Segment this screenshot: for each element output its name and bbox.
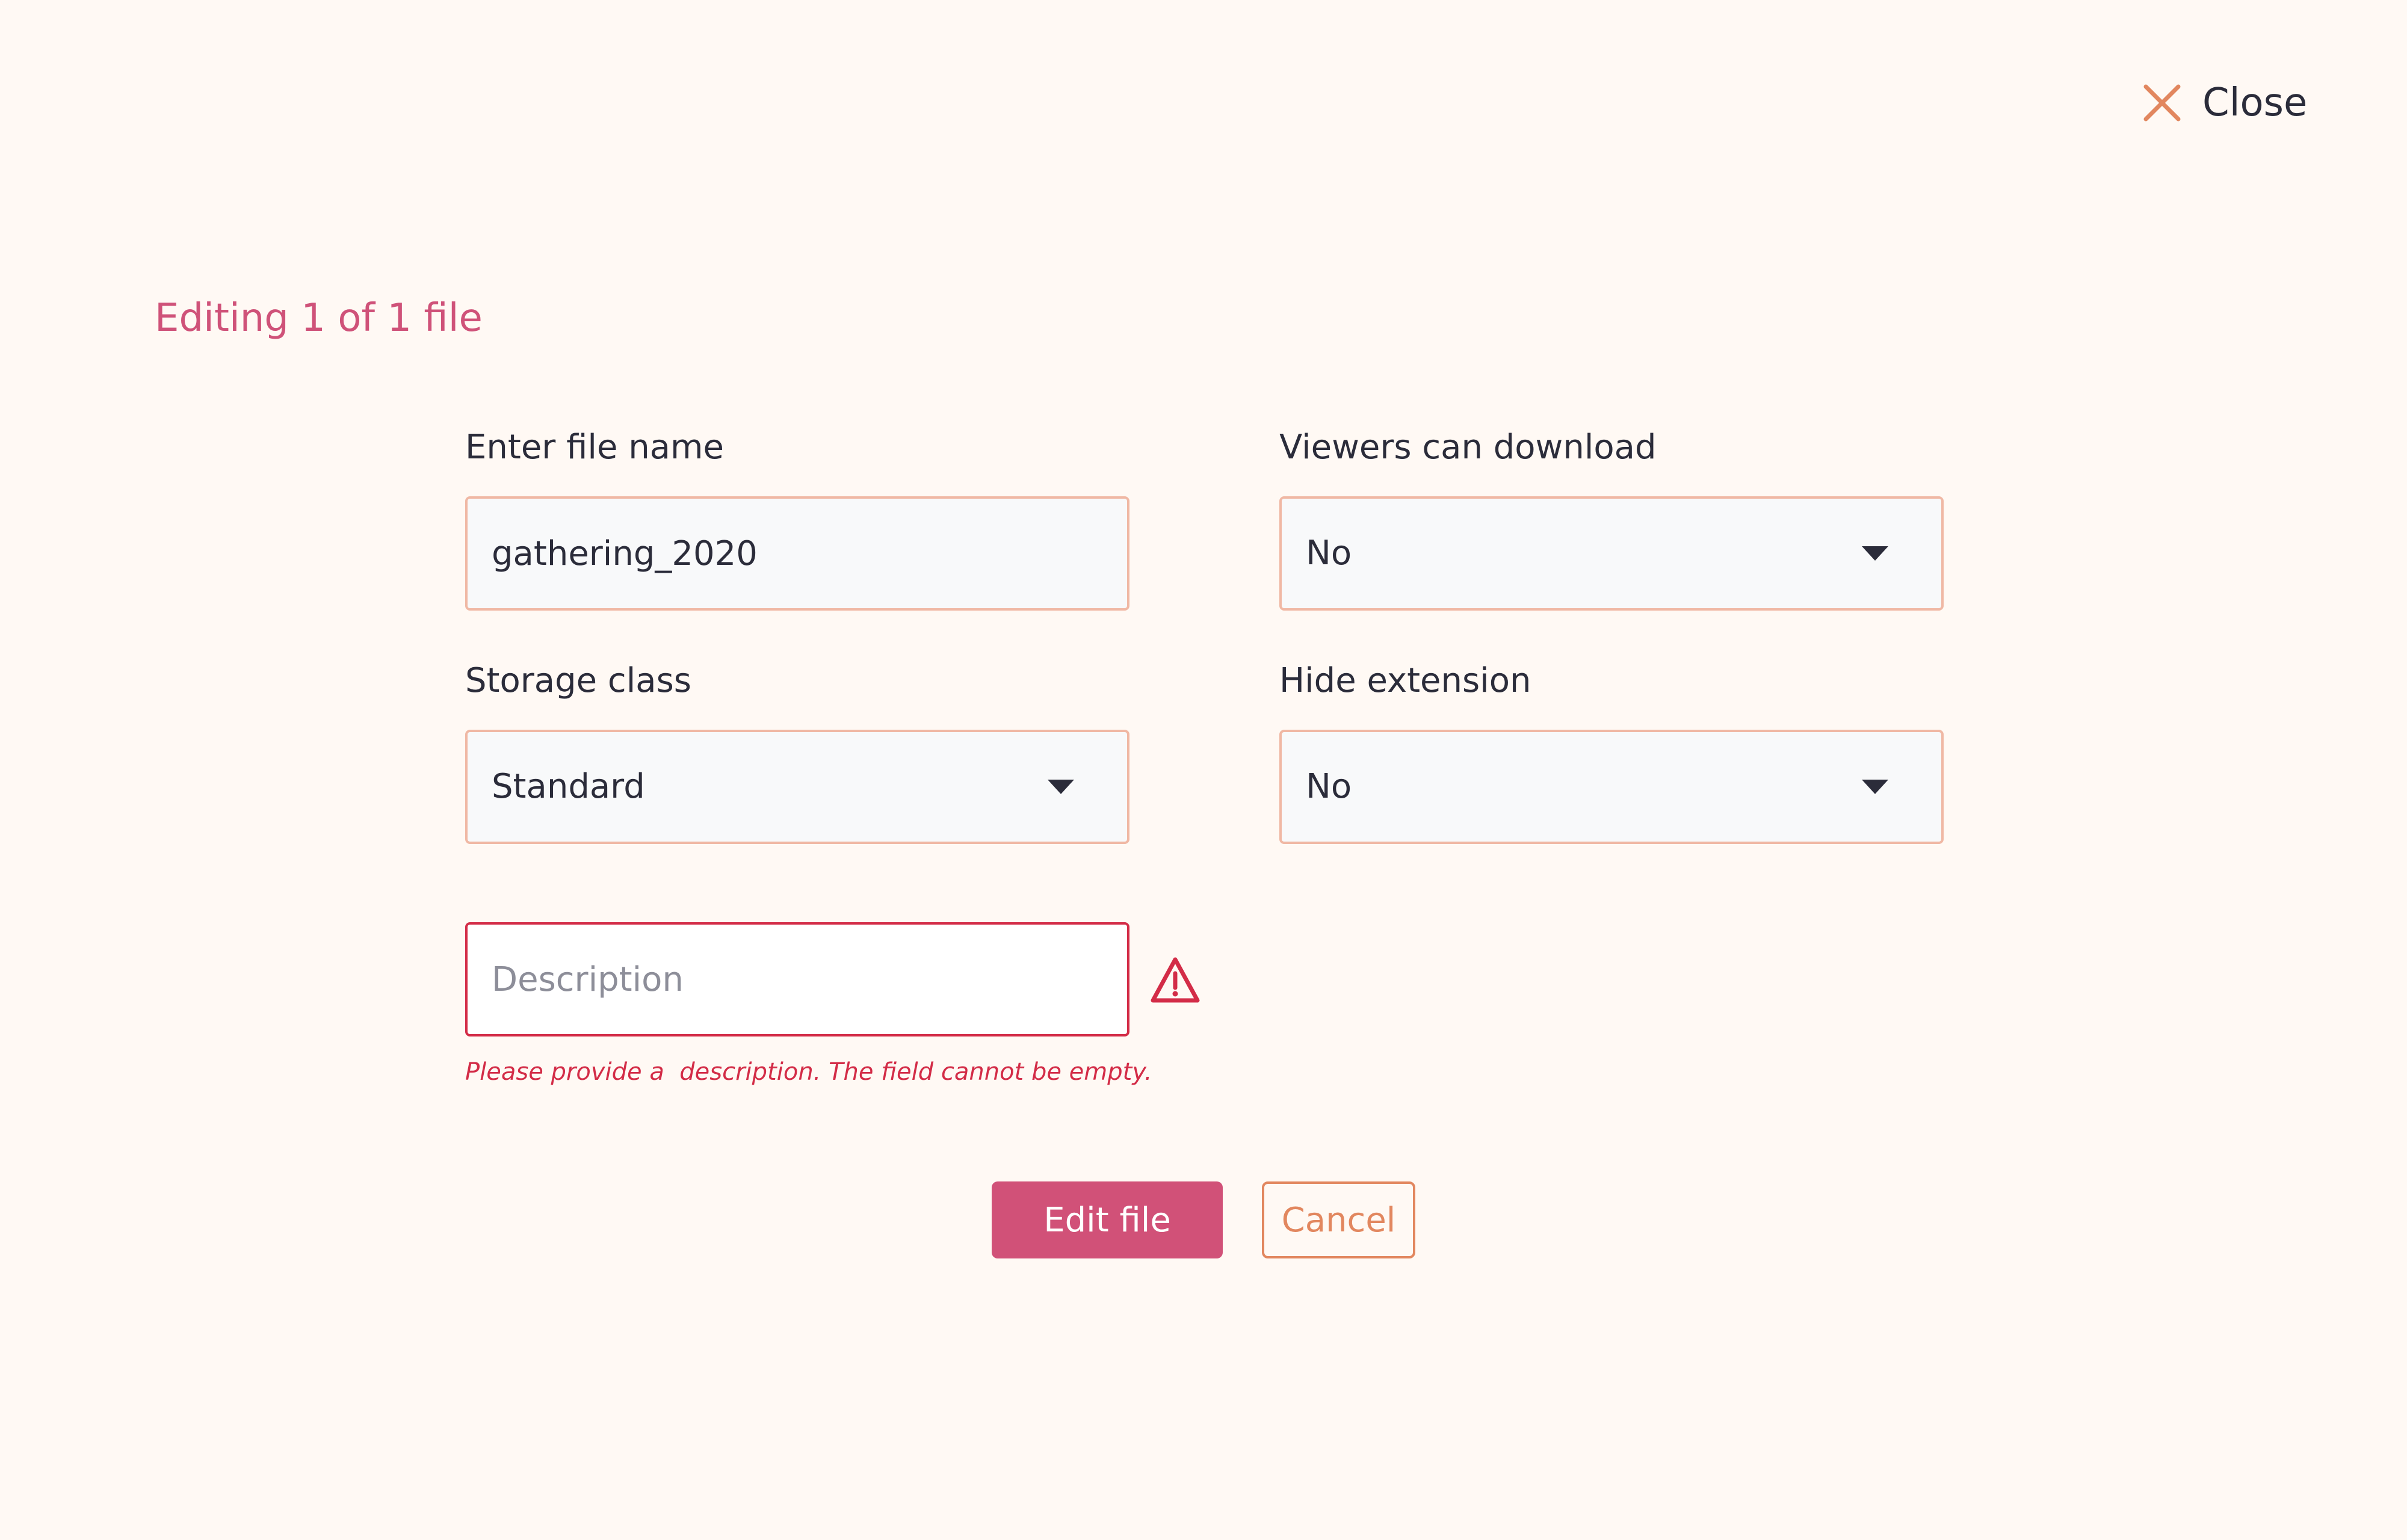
hide-extension-value: No — [1306, 767, 1352, 806]
page-title: Editing 1 of 1 file — [155, 296, 483, 340]
hide-extension-select[interactable]: No — [1279, 730, 1944, 844]
warning-icon — [1151, 957, 1200, 1003]
close-button[interactable]: Close — [2142, 78, 2307, 128]
cancel-button[interactable]: Cancel — [1262, 1181, 1415, 1258]
hide-extension-label: Hide extension — [1279, 661, 1531, 700]
chevron-down-icon — [1862, 546, 1888, 561]
storage-class-select[interactable]: Standard — [465, 730, 1129, 844]
edit-file-button[interactable]: Edit file — [992, 1181, 1223, 1258]
description-field-box — [465, 922, 1129, 1036]
description-error-message: Please provide a description. The field … — [465, 1058, 1152, 1086]
viewers-can-download-value: No — [1306, 534, 1352, 573]
storage-class-value: Standard — [492, 767, 645, 806]
chevron-down-icon — [1048, 780, 1074, 794]
close-label: Close — [2202, 81, 2308, 125]
description-input[interactable] — [492, 959, 1103, 999]
file-name-field-box — [465, 496, 1129, 611]
edit-file-dialog: Close Editing 1 of 1 file Enter file nam… — [0, 0, 2407, 1540]
file-name-label: Enter file name — [465, 428, 725, 467]
viewers-can-download-select[interactable]: No — [1279, 496, 1944, 611]
chevron-down-icon — [1862, 780, 1888, 794]
viewers-can-download-label: Viewers can download — [1279, 428, 1657, 467]
file-name-input[interactable] — [492, 534, 1103, 573]
storage-class-label: Storage class — [465, 661, 691, 700]
close-icon — [2143, 84, 2181, 122]
